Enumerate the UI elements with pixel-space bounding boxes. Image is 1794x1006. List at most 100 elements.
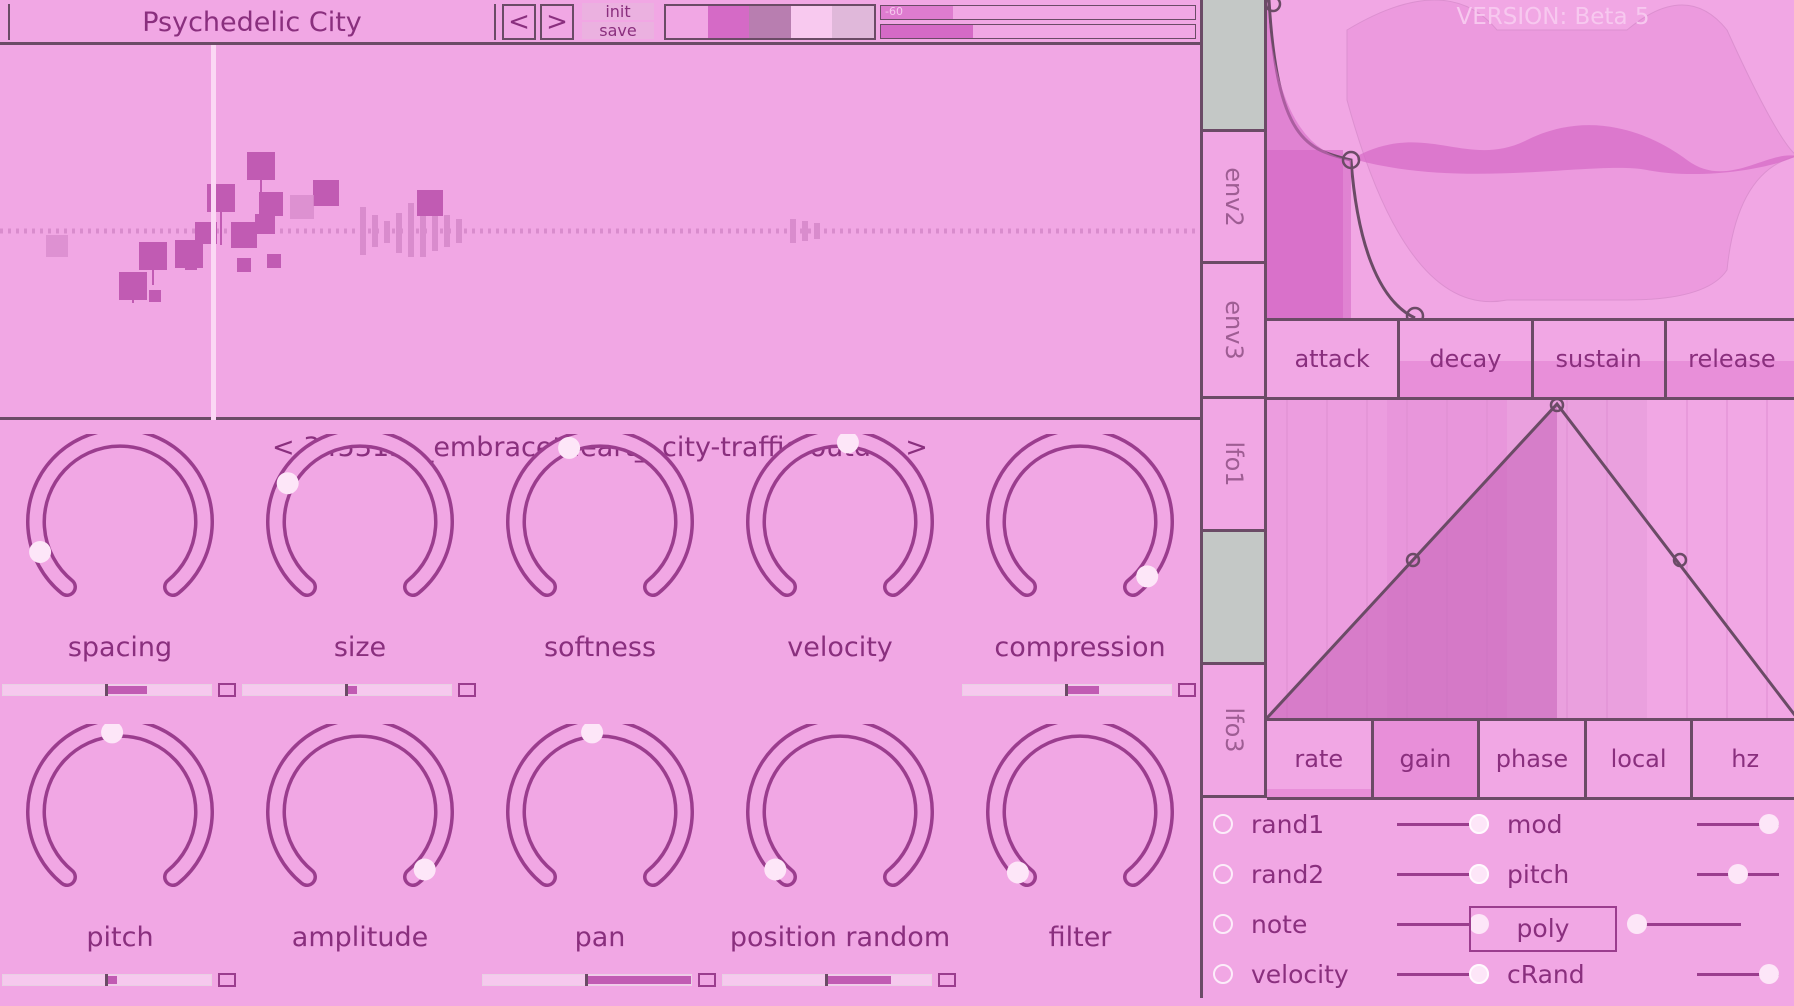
sustain-button[interactable]: sustain — [1533, 321, 1667, 397]
range-slider[interactable] — [242, 684, 452, 696]
mod-slider[interactable] — [1397, 823, 1479, 826]
waveform-display[interactable]: < 345313__embracetheart__city-traffic-ou… — [0, 45, 1200, 463]
level-meter-bottom — [880, 24, 1196, 39]
rate-button[interactable]: rate — [1267, 721, 1374, 797]
mod-radio[interactable] — [1469, 964, 1489, 984]
mod-radio[interactable] — [1469, 864, 1489, 884]
knob-position-random[interactable]: position random — [730, 724, 950, 984]
knob-pan[interactable]: pan — [490, 724, 710, 984]
range-toggle[interactable] — [938, 973, 956, 987]
knob-indicator[interactable] — [1136, 565, 1159, 588]
knob-indicator[interactable] — [101, 724, 124, 744]
mod-slider-thumb[interactable] — [1728, 864, 1748, 884]
local-button[interactable]: local — [1587, 721, 1694, 797]
mod-slider-thumb[interactable] — [1759, 814, 1779, 834]
knob-dial[interactable] — [970, 434, 1190, 624]
range-thumb[interactable] — [345, 684, 348, 696]
lfo-graph[interactable] — [1267, 400, 1794, 720]
poly-button[interactable]: poly — [1469, 906, 1617, 952]
mod-radio[interactable] — [1213, 914, 1233, 934]
envelope-graph[interactable] — [1267, 0, 1794, 320]
decay-button[interactable]: decay — [1400, 321, 1534, 397]
knob-indicator[interactable] — [413, 858, 436, 881]
range-thumb[interactable] — [825, 974, 828, 986]
knob-dial[interactable] — [730, 434, 950, 624]
release-button[interactable]: release — [1666, 321, 1794, 397]
range-toggle[interactable] — [218, 973, 236, 987]
mod-radio[interactable] — [1213, 814, 1233, 834]
knob-indicator[interactable] — [764, 858, 787, 881]
range-toggle[interactable] — [218, 683, 236, 697]
knob-dial[interactable] — [730, 724, 950, 914]
mod-radio[interactable] — [1469, 814, 1489, 834]
knob-spacing[interactable]: spacing — [10, 434, 230, 694]
next-preset-button[interactable]: > — [540, 4, 574, 40]
knob-pitch[interactable]: pitch — [10, 724, 230, 984]
mod-row-pitch: pitch — [1469, 858, 1794, 906]
gain-button[interactable]: gain — [1373, 721, 1481, 797]
knob-dial[interactable] — [10, 724, 230, 914]
knob-velocity[interactable]: velocity — [730, 434, 950, 694]
range-slider[interactable] — [2, 684, 212, 696]
range-toggle[interactable] — [1178, 683, 1196, 697]
init-save-group: init save — [582, 3, 654, 41]
mod-slider-thumb[interactable] — [1627, 914, 1647, 934]
mod-slider[interactable] — [1637, 923, 1741, 926]
range-slider[interactable] — [962, 684, 1172, 696]
tab-env1[interactable] — [1203, 0, 1267, 132]
swatch-4[interactable] — [790, 6, 833, 38]
mod-slider[interactable] — [1397, 923, 1479, 926]
mod-slider[interactable] — [1397, 873, 1479, 876]
tab-lfo3[interactable]: lfo3 — [1203, 665, 1267, 798]
swatch-2[interactable] — [707, 6, 750, 38]
range-thumb[interactable] — [1065, 684, 1068, 696]
knob-dial[interactable] — [490, 434, 710, 624]
mod-label: velocity — [1251, 960, 1349, 989]
tab-env3[interactable]: env3 — [1203, 264, 1267, 399]
swatch-5[interactable] — [832, 6, 874, 38]
prev-preset-button[interactable]: < — [502, 4, 536, 40]
range-slider[interactable] — [2, 974, 212, 986]
preset-name[interactable]: Psychedelic City — [8, 4, 496, 40]
save-button[interactable]: save — [582, 22, 654, 39]
range-fill — [825, 976, 891, 984]
range-slider[interactable] — [722, 974, 932, 986]
phase-button[interactable]: phase — [1480, 721, 1587, 797]
knob-dial[interactable] — [250, 724, 470, 914]
hz-button[interactable]: hz — [1693, 721, 1794, 797]
range-toggle[interactable] — [698, 973, 716, 987]
knob-size[interactable]: size — [250, 434, 470, 694]
color-swatches[interactable] — [664, 4, 876, 40]
tab-lfo1[interactable]: lfo1 — [1203, 399, 1267, 532]
range-thumb[interactable] — [585, 974, 588, 986]
knob-dial[interactable] — [10, 434, 230, 624]
swatch-1[interactable] — [666, 6, 708, 38]
mod-slider[interactable] — [1397, 973, 1479, 976]
knob-softness[interactable]: softness — [490, 434, 710, 694]
init-button[interactable]: init — [582, 3, 654, 20]
knob-indicator[interactable] — [581, 724, 604, 744]
knob-indicator[interactable] — [836, 434, 859, 454]
mod-radio[interactable] — [1213, 964, 1233, 984]
mod-row-mod: mod — [1469, 808, 1794, 856]
swatch-3[interactable] — [749, 6, 791, 38]
knob-indicator[interactable] — [29, 541, 52, 563]
knob-indicator[interactable] — [1006, 861, 1029, 884]
attack-button[interactable]: attack — [1267, 321, 1401, 397]
knob-dial[interactable] — [970, 724, 1190, 914]
range-slider[interactable] — [482, 974, 692, 986]
tab-env2[interactable]: env2 — [1203, 132, 1267, 264]
knob-indicator[interactable] — [276, 472, 299, 495]
tab-lfo2[interactable] — [1203, 532, 1267, 665]
range-thumb[interactable] — [105, 974, 108, 986]
knob-filter[interactable]: filter — [970, 724, 1190, 984]
mod-radio[interactable] — [1213, 864, 1233, 884]
range-thumb[interactable] — [105, 684, 108, 696]
knob-dial[interactable] — [490, 724, 710, 914]
knob-amplitude[interactable]: amplitude — [250, 724, 470, 984]
range-toggle[interactable] — [458, 683, 476, 697]
knob-dial[interactable] — [250, 434, 470, 624]
knob-indicator[interactable] — [558, 436, 581, 459]
mod-slider-thumb[interactable] — [1759, 964, 1779, 984]
knob-compression[interactable]: compression — [970, 434, 1190, 694]
